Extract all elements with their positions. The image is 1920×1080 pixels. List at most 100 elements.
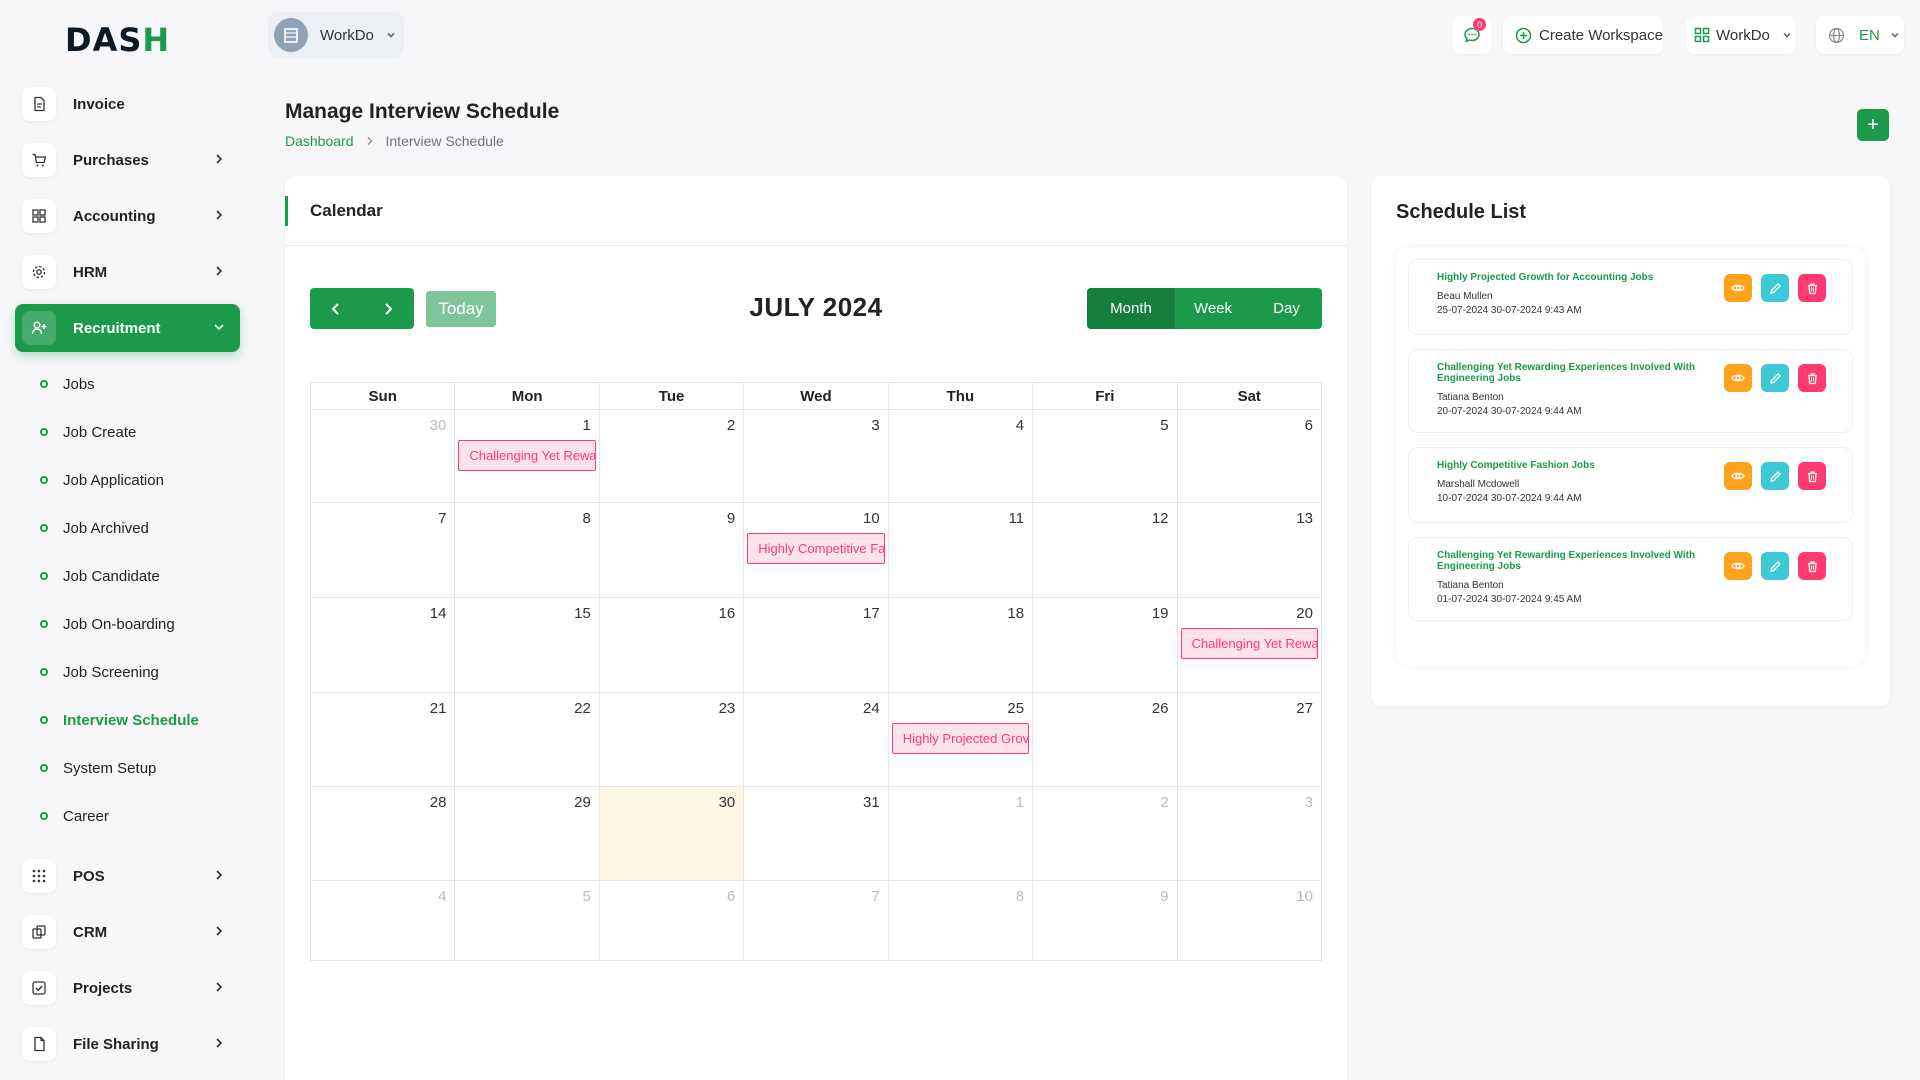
day-number[interactable]: 24 (863, 700, 880, 717)
sidebar-item-projects[interactable]: Projects (15, 964, 240, 1012)
edit-button[interactable] (1761, 462, 1789, 490)
calendar-day-cell[interactable]: 10 (1176, 881, 1322, 960)
day-number[interactable]: 10 (1296, 888, 1313, 905)
submenu-item-job-screening[interactable]: Job Screening (15, 648, 240, 696)
view-button[interactable] (1724, 364, 1752, 392)
day-number[interactable]: 1 (1016, 794, 1024, 811)
brand-logo[interactable]: DASH (65, 21, 170, 59)
calendar-day-cell[interactable]: 8 (454, 503, 598, 597)
calendar-day-cell[interactable]: 29 (454, 787, 598, 880)
calendar-day-cell[interactable]: 8 (887, 881, 1032, 960)
calendar-day-cell[interactable]: 26 (1032, 693, 1176, 786)
day-number[interactable]: 26 (1152, 700, 1169, 717)
day-number[interactable]: 20 (1296, 605, 1313, 622)
edit-button[interactable] (1761, 364, 1789, 392)
calendar-day-cell[interactable]: 6 (598, 881, 743, 960)
view-week-button[interactable]: Week (1175, 288, 1251, 329)
day-number[interactable]: 14 (430, 605, 447, 622)
calendar-day-cell[interactable]: 17 (743, 598, 887, 692)
day-number[interactable]: 5 (1160, 417, 1168, 434)
day-number[interactable]: 6 (1305, 417, 1313, 434)
calendar-event[interactable]: Challenging Yet Rewa (1180, 628, 1318, 659)
view-day-button[interactable]: Day (1251, 288, 1322, 329)
workspace-switcher[interactable]: WorkDo (268, 12, 404, 58)
calendar-day-cell[interactable]: 15 (454, 598, 598, 692)
day-number[interactable]: 11 (1009, 510, 1025, 527)
notifications-button[interactable]: 0 (1452, 16, 1492, 54)
submenu-item-career[interactable]: Career (15, 792, 240, 840)
day-number[interactable]: 27 (1296, 700, 1313, 717)
calendar-day-cell[interactable]: 20 Challenging Yet Rewa (1176, 598, 1322, 692)
day-number[interactable]: 16 (719, 605, 736, 622)
submenu-item-job-create[interactable]: Job Create (15, 408, 240, 456)
calendar-day-cell[interactable]: 14 (310, 598, 454, 692)
edit-button[interactable] (1761, 274, 1789, 302)
add-interview-button[interactable]: + (1857, 109, 1889, 141)
day-number[interactable]: 29 (574, 794, 591, 811)
calendar-day-cell[interactable]: 2 (598, 410, 743, 502)
sidebar-item-pos[interactable]: POS (15, 852, 240, 900)
submenu-item-interview-schedule[interactable]: Interview Schedule (15, 696, 240, 744)
delete-button[interactable] (1798, 462, 1826, 490)
calendar-day-cell[interactable]: 4 (310, 881, 454, 960)
calendar-day-cell[interactable]: 5 (454, 881, 598, 960)
prev-month-button[interactable] (310, 288, 362, 329)
calendar-day-cell[interactable]: 3 (1176, 787, 1322, 880)
sidebar-item-crm[interactable]: CRM (15, 908, 240, 956)
day-number[interactable]: 22 (574, 700, 591, 717)
day-number[interactable]: 7 (871, 888, 879, 905)
calendar-day-cell[interactable]: 4 (887, 410, 1032, 502)
day-number[interactable]: 3 (1305, 794, 1313, 811)
calendar-day-cell[interactable]: 12 (1032, 503, 1176, 597)
sidebar-item-recruitment[interactable]: Recruitment (15, 304, 240, 352)
calendar-event[interactable]: Highly Projected Grov (891, 723, 1030, 754)
day-number[interactable]: 1 (583, 417, 591, 434)
calendar-day-cell[interactable]: 10 Highly Competitive Fa (743, 503, 887, 597)
day-number[interactable]: 2 (1160, 794, 1168, 811)
submenu-item-job-application[interactable]: Job Application (15, 456, 240, 504)
calendar-day-cell[interactable]: 6 (1176, 410, 1322, 502)
submenu-item-job-on-boarding[interactable]: Job On-boarding (15, 600, 240, 648)
calendar-day-cell[interactable]: 1 (887, 787, 1032, 880)
calendar-day-cell[interactable]: 2 (1032, 787, 1176, 880)
day-number[interactable]: 8 (1016, 888, 1024, 905)
workdo-menu-button[interactable]: WorkDo (1686, 16, 1796, 54)
calendar-event[interactable]: Highly Competitive Fa (747, 533, 885, 564)
calendar-day-cell[interactable]: 28 (310, 787, 454, 880)
day-number[interactable]: 15 (574, 605, 591, 622)
sidebar-item-accounting[interactable]: Accounting (15, 192, 240, 240)
calendar-day-cell[interactable]: 9 (1032, 881, 1176, 960)
edit-button[interactable] (1761, 552, 1789, 580)
next-month-button[interactable] (362, 288, 414, 329)
day-number[interactable]: 9 (727, 510, 735, 527)
view-button[interactable] (1724, 274, 1752, 302)
day-number[interactable]: 9 (1160, 888, 1168, 905)
day-number[interactable]: 6 (727, 888, 735, 905)
view-button[interactable] (1724, 462, 1752, 490)
calendar-day-cell[interactable]: 16 (598, 598, 743, 692)
submenu-item-job-archived[interactable]: Job Archived (15, 504, 240, 552)
create-workspace-button[interactable]: Create Workspace (1503, 16, 1663, 54)
day-number[interactable]: 31 (863, 794, 880, 811)
day-number[interactable]: 18 (1007, 605, 1024, 622)
sidebar-item-hrm[interactable]: HRM (15, 248, 240, 296)
calendar-day-cell[interactable]: 31 (743, 787, 887, 880)
calendar-day-cell[interactable]: 19 (1032, 598, 1176, 692)
submenu-item-jobs[interactable]: Jobs (15, 360, 240, 408)
day-number[interactable]: 17 (863, 605, 880, 622)
day-number[interactable]: 4 (1016, 417, 1024, 434)
sidebar-item-invoice[interactable]: Invoice (15, 80, 240, 128)
day-number[interactable]: 30 (719, 794, 736, 811)
day-number[interactable]: 7 (438, 510, 446, 527)
calendar-day-cell[interactable]: 24 (743, 693, 887, 786)
submenu-item-job-candidate[interactable]: Job Candidate (15, 552, 240, 600)
calendar-day-cell[interactable]: 30 (310, 410, 454, 502)
calendar-day-cell[interactable]: 21 (310, 693, 454, 786)
delete-button[interactable] (1798, 552, 1826, 580)
day-number[interactable]: 4 (438, 888, 446, 905)
day-number[interactable]: 12 (1152, 510, 1169, 527)
view-button[interactable] (1724, 552, 1752, 580)
calendar-day-cell-today[interactable]: 30 (598, 787, 744, 880)
day-number[interactable]: 19 (1152, 605, 1169, 622)
day-number[interactable]: 3 (871, 417, 879, 434)
